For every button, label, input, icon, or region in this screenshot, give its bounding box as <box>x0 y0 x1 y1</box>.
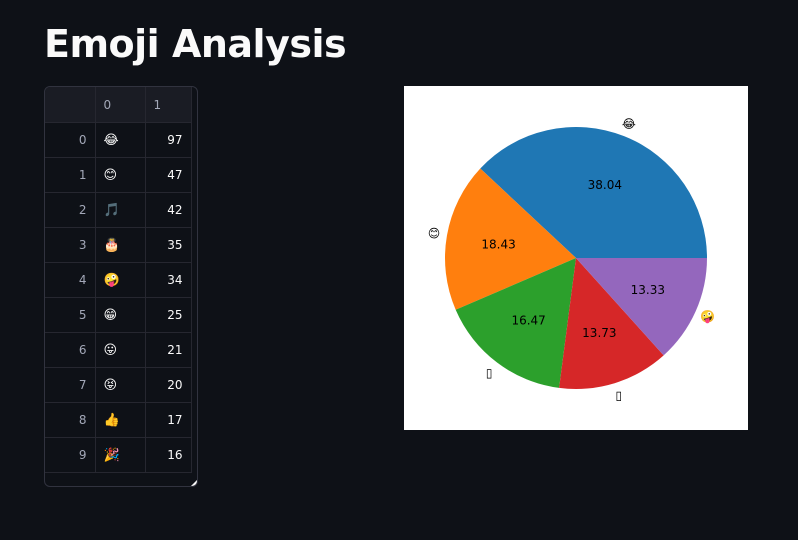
emoji-cell[interactable]: 😂 <box>95 122 146 158</box>
slice-percent-label: 13.33 <box>631 283 665 297</box>
column-header-1[interactable]: 1 <box>145 87 192 123</box>
slice-category-label: 🤪 <box>700 310 715 324</box>
slice-percent-label: 18.43 <box>481 238 515 252</box>
count-cell[interactable]: 34 <box>145 262 192 298</box>
table-row[interactable]: 2 🎵 42 <box>45 192 192 228</box>
slice-percent-label: 38.04 <box>588 178 622 192</box>
emoji-cell[interactable]: 🎵 <box>95 192 146 228</box>
column-header-0[interactable]: 0 <box>95 87 146 123</box>
count-cell[interactable]: 20 <box>145 367 192 403</box>
emoji-cell[interactable]: 🎂 <box>95 227 146 263</box>
table-row[interactable]: 9 🎉 16 <box>45 437 192 473</box>
emoji-cell[interactable]: 😊 <box>95 157 146 193</box>
row-index-cell[interactable]: 7 <box>45 367 96 403</box>
emoji-cell[interactable]: 🤪 <box>95 262 146 298</box>
table-row[interactable]: 4 🤪 34 <box>45 262 192 298</box>
table-row[interactable]: 1 😊 47 <box>45 157 192 193</box>
slice-category-label: 😊 <box>428 226 441 240</box>
slice-category-label: ▯ <box>486 366 493 380</box>
count-cell[interactable]: 35 <box>145 227 192 263</box>
count-cell[interactable]: 25 <box>145 297 192 333</box>
emoji-cell[interactable]: 😁 <box>95 297 146 333</box>
emoji-cell[interactable]: 😛 <box>95 332 146 368</box>
row-index-cell[interactable]: 5 <box>45 297 96 333</box>
emoji-table: 0 1 0 😂 97 1 😊 47 2 🎵 42 3 🎂 35 4 🤪 34 5 😁 25 6 😛 21 7 😝 20 8 👍 17… <box>45 87 192 473</box>
index-column-header[interactable] <box>45 87 96 123</box>
table-row[interactable]: 3 🎂 35 <box>45 227 192 263</box>
slice-percent-label: 16.47 <box>511 314 545 328</box>
slice-category-label: 😂 <box>622 117 636 131</box>
count-cell[interactable]: 47 <box>145 157 192 193</box>
emoji-cell[interactable]: 🎉 <box>95 437 146 473</box>
slice-category-label: ▯ <box>616 389 623 403</box>
page-title: Emoji Analysis <box>44 22 347 66</box>
row-index-cell[interactable]: 9 <box>45 437 96 473</box>
table-row[interactable]: 5 😁 25 <box>45 297 192 333</box>
row-index-cell[interactable]: 8 <box>45 402 96 438</box>
slice-percent-label: 13.73 <box>582 326 616 340</box>
table-row[interactable]: 8 👍 17 <box>45 402 192 438</box>
row-index-cell[interactable]: 6 <box>45 332 96 368</box>
table-row[interactable]: 6 😛 21 <box>45 332 192 368</box>
emoji-dataframe[interactable]: 0 1 0 😂 97 1 😊 47 2 🎵 42 3 🎂 35 4 🤪 34 5 😁 25 6 😛 21 7 😝 20 8 👍 17… <box>44 86 198 487</box>
emoji-pie-chart: 38.04 😂 18.43 😊 16.47 ▯ 13.73 ▯ 13.33 🤪 <box>404 86 748 430</box>
row-index-cell[interactable]: 1 <box>45 157 96 193</box>
row-index-cell[interactable]: 3 <box>45 227 96 263</box>
row-index-cell[interactable]: 0 <box>45 122 96 158</box>
table-row[interactable]: 7 😝 20 <box>45 367 192 403</box>
count-cell[interactable]: 17 <box>145 402 192 438</box>
pie-chart-svg: 38.04 😂 18.43 😊 16.47 ▯ 13.73 ▯ 13.33 🤪 <box>428 117 715 403</box>
table-row[interactable]: 0 😂 97 <box>45 122 192 158</box>
count-cell[interactable]: 16 <box>145 437 192 473</box>
table-header-row: 0 1 <box>45 87 192 123</box>
count-cell[interactable]: 42 <box>145 192 192 228</box>
row-index-cell[interactable]: 2 <box>45 192 96 228</box>
emoji-cell[interactable]: 😝 <box>95 367 146 403</box>
emoji-cell[interactable]: 👍 <box>95 402 146 438</box>
count-cell[interactable]: 21 <box>145 332 192 368</box>
resize-handle[interactable] <box>191 480 197 486</box>
row-index-cell[interactable]: 4 <box>45 262 96 298</box>
count-cell[interactable]: 97 <box>145 122 192 158</box>
